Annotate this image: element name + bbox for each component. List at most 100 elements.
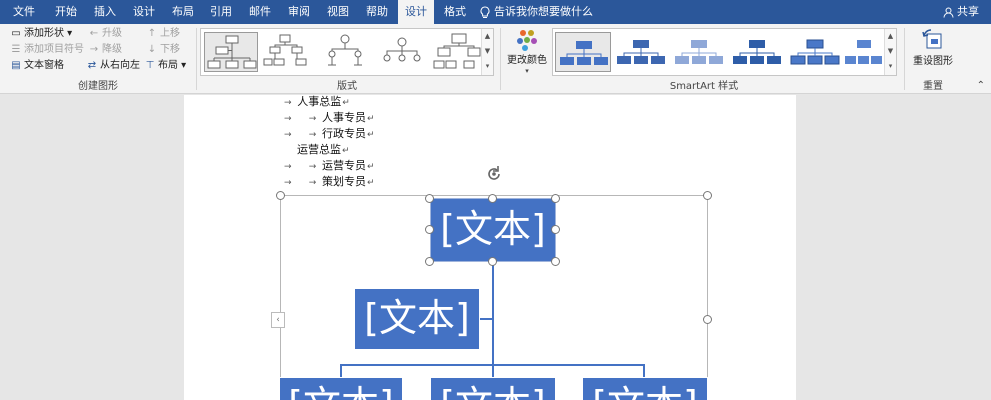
lightbulb-icon	[480, 5, 490, 18]
outline-line[interactable]: 运营总监↵	[297, 142, 350, 158]
scroll-up-icon[interactable]: ▲	[885, 29, 896, 44]
style-option-1[interactable]	[555, 32, 611, 72]
node-resize-handle[interactable]	[488, 257, 497, 266]
outline-text: 运营总监	[297, 143, 341, 156]
tab-layout[interactable]: 布局	[164, 0, 202, 24]
arrow-up-icon: ↑	[147, 28, 157, 39]
outline-line[interactable]: → → 运营专员↵	[284, 158, 375, 174]
layouts-gallery-scroll[interactable]: ▲ ▼ ▾	[481, 29, 493, 75]
tab-arrow-icon: →	[284, 98, 298, 108]
move-down-label: 下移	[160, 44, 180, 55]
layouts-gallery: ▲ ▼ ▾	[200, 28, 494, 76]
node-resize-handle[interactable]	[488, 194, 497, 203]
style-option-2[interactable]	[613, 32, 669, 72]
color-palette-icon	[517, 30, 537, 51]
outline-line[interactable]: → → 人事专员↵	[284, 110, 375, 126]
layout-option-hierarchy[interactable]	[261, 32, 315, 72]
style-option-5[interactable]	[787, 32, 843, 72]
right-to-left-label: 从右向左	[100, 60, 140, 71]
outline-line[interactable]: → → 策划专员↵	[284, 174, 375, 190]
style-option-3[interactable]	[671, 32, 727, 72]
move-up-button[interactable]: ↑ 上移	[146, 26, 180, 42]
tab-mailings[interactable]: 邮件	[240, 0, 280, 24]
smartart-node-top[interactable]: [文本]	[430, 198, 556, 262]
change-colors-label: 更改颜色	[507, 55, 547, 66]
tab-help[interactable]: 帮助	[358, 0, 396, 24]
tab-home[interactable]: 开始	[44, 0, 88, 24]
add-bullet-button[interactable]: ☰ 添加项目符号	[10, 42, 84, 58]
right-to-left-button[interactable]: ⇄ 从右向左	[86, 58, 140, 74]
text-pane-expander[interactable]: ‹	[271, 312, 285, 328]
smartart-node-child[interactable]: [文本]	[279, 377, 403, 400]
layout-option-circle-hierarchy[interactable]	[375, 32, 429, 72]
add-shape-label: 添加形状	[24, 28, 64, 39]
node-resize-handle[interactable]	[551, 257, 560, 266]
node-resize-handle[interactable]	[425, 194, 434, 203]
tab-review[interactable]: 审阅	[280, 0, 318, 24]
node-resize-handle[interactable]	[551, 194, 560, 203]
layout-option-org-chart[interactable]	[204, 32, 258, 72]
node-resize-handle[interactable]	[425, 257, 434, 266]
circle-hierarchy-thumbnail-icon	[383, 37, 421, 62]
demote-button[interactable]: → 降级	[88, 42, 122, 58]
collapse-ribbon-icon[interactable]: ⌃	[977, 80, 985, 91]
style-option-4[interactable]	[729, 32, 785, 72]
bullet-list-icon: ☰	[11, 44, 21, 55]
tell-me-search[interactable]: 告诉我你想要做什么	[480, 0, 593, 24]
layout-option-name-title[interactable]	[318, 32, 372, 72]
labeled-hierarchy-thumbnail-icon	[328, 34, 362, 66]
resize-handle[interactable]	[703, 315, 712, 324]
gallery-more-icon[interactable]: ▾	[885, 59, 896, 74]
right-to-left-icon: ⇄	[87, 60, 97, 71]
layout-option-horizontal-hierarchy[interactable]	[432, 32, 486, 72]
layouts-group-label: 版式	[337, 81, 357, 92]
node-resize-handle[interactable]	[551, 225, 560, 234]
styles-gallery-scroll[interactable]: ▲ ▼ ▾	[884, 29, 896, 75]
move-down-button[interactable]: ↓ 下移	[146, 42, 180, 58]
connector-line	[492, 263, 494, 377]
node-resize-handle[interactable]	[425, 225, 434, 234]
style-3d-thumbnail-icon	[790, 39, 840, 65]
tab-smartart-design[interactable]: 设计	[398, 0, 434, 24]
promote-button[interactable]: ← 升级	[88, 26, 122, 42]
add-shape-icon: ▭	[11, 28, 21, 39]
smartart-node-child[interactable]: [文本]	[430, 377, 556, 400]
outline-line[interactable]: → 人事总监↵	[284, 94, 350, 110]
style-option-6[interactable]	[843, 32, 885, 72]
text-pane-icon: ▤	[11, 60, 21, 71]
scroll-down-icon[interactable]: ▼	[885, 44, 896, 59]
ribbon: ▭ 添加形状 ▾ ☰ 添加项目符号 ▤ 文本窗格 ← 升级 → 降级 ⇄ 从右向左 ↑ 上移 …	[0, 24, 991, 94]
create-graphic-group-label: 创建图形	[78, 81, 118, 92]
rotate-handle-icon[interactable]	[484, 164, 504, 184]
outline-text: 策划专员	[321, 175, 366, 188]
tab-design[interactable]: 设计	[124, 0, 164, 24]
tab-file[interactable]: 文件	[4, 0, 44, 24]
horizontal-hierarchy-thumbnail-icon	[433, 33, 481, 69]
arrow-left-icon: ←	[89, 28, 99, 39]
paragraph-mark-icon: ↵	[366, 130, 375, 140]
gallery-more-icon[interactable]: ▾	[482, 59, 493, 74]
group-separator	[196, 28, 197, 90]
tab-insert[interactable]: 插入	[88, 0, 122, 24]
outline-text: 行政专员	[321, 127, 366, 140]
hierarchy-thumbnail-icon	[263, 34, 307, 66]
connector-line	[340, 364, 644, 366]
resize-handle[interactable]	[276, 191, 285, 200]
tab-view[interactable]: 视图	[318, 0, 358, 24]
tab-format[interactable]: 格式	[436, 0, 474, 24]
smartart-node-assistant[interactable]: [文本]	[354, 288, 480, 350]
change-colors-button[interactable]: 更改颜色 ▾	[504, 28, 550, 76]
smartart-node-child[interactable]: [文本]	[582, 377, 708, 400]
scroll-up-icon[interactable]: ▲	[482, 29, 493, 44]
reset-graphic-button[interactable]: 重设图形	[908, 28, 958, 72]
outline-line[interactable]: → → 行政专员↵	[284, 126, 375, 142]
tab-references[interactable]: 引用	[202, 0, 240, 24]
text-pane-button[interactable]: ▤ 文本窗格	[10, 58, 64, 74]
scroll-down-icon[interactable]: ▼	[482, 44, 493, 59]
paragraph-mark-icon: ↵	[342, 146, 350, 156]
resize-handle[interactable]	[703, 191, 712, 200]
paragraph-mark-icon: ↵	[342, 98, 350, 108]
share-button[interactable]: 共享	[943, 0, 979, 24]
layout-button[interactable]: ⊤ 布局 ▾	[144, 58, 187, 74]
add-shape-button[interactable]: ▭ 添加形状 ▾	[10, 26, 72, 42]
